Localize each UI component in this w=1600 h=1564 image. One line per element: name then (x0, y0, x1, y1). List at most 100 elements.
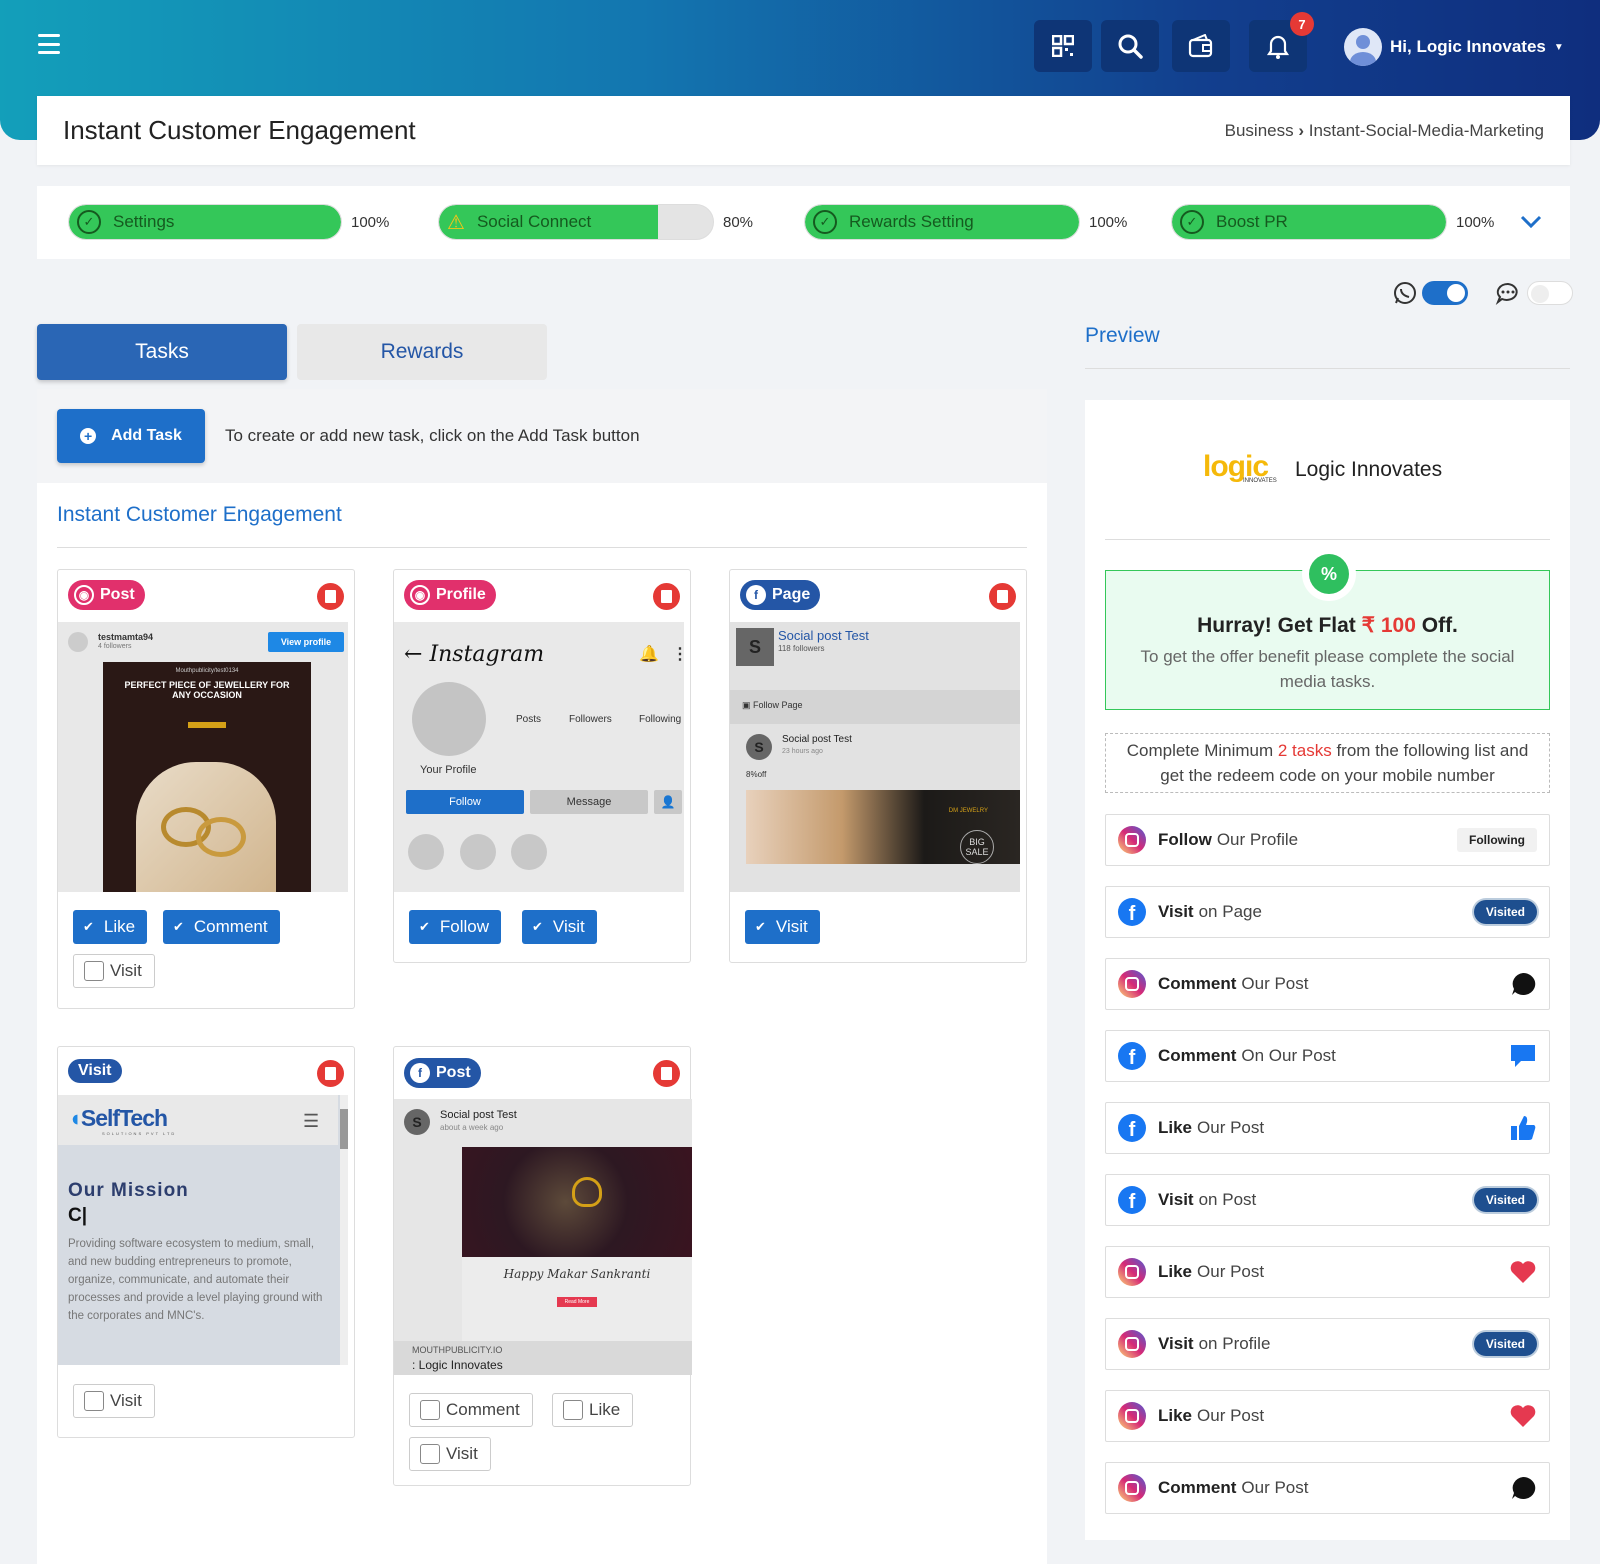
message-button[interactable]: Message (530, 790, 648, 814)
instagram-chip: ◉ Profile (404, 580, 496, 610)
checkbox-label: Like (103, 917, 136, 936)
visit-checkbox[interactable]: ✔ Visit (522, 910, 597, 944)
checkbox-label: Follow (439, 917, 490, 936)
progress-percent: 100% (1456, 213, 1495, 231)
chevron-down-icon[interactable] (1519, 214, 1543, 230)
user-menu[interactable]: Hi, Logic Innovates ▼ (1344, 28, 1564, 66)
task-row[interactable]: f Comment On Our Post (1105, 1030, 1550, 1082)
task-row[interactable]: Visit on Profile Visited (1105, 1318, 1550, 1370)
task-row[interactable]: f Visit on Page Visited (1105, 886, 1550, 938)
post-avatar: S (746, 734, 772, 760)
task-row[interactable]: Comment Our Post (1105, 958, 1550, 1010)
instagram-icon (1118, 1402, 1146, 1430)
divider (57, 547, 1027, 548)
task-card-facebook-post: f Post S Social post Test about a week ag… (393, 1046, 692, 1486)
add-task-hint: To create or add new task, click on the … (225, 426, 640, 445)
whatsapp-toggle[interactable] (1422, 281, 1468, 305)
visited-badge: Visited (1473, 1188, 1537, 1212)
menu-icon[interactable] (38, 34, 60, 54)
progress-label: Boost PR (1216, 212, 1288, 231)
follow-checkbox[interactable]: ✔ Follow (409, 910, 502, 944)
heart-icon (1510, 1261, 1536, 1283)
banner-sale: BIG SALE (960, 830, 994, 864)
view-profile-button[interactable]: View profile (268, 632, 344, 652)
highlight-circle (408, 834, 444, 870)
sms-toggle[interactable] (1527, 281, 1573, 305)
avatar (1344, 28, 1382, 66)
wallet-button[interactable] (1172, 20, 1230, 72)
instagram-icon: ◉ (410, 585, 430, 605)
post-name: Social post Test (782, 734, 852, 745)
page-title-bar: Instant Customer Engagement Business › I… (37, 96, 1570, 165)
checkbox-label: Visit (552, 917, 585, 936)
comment-bubble-black-icon (1512, 1476, 1536, 1499)
visit-checkbox[interactable]: Visit (73, 954, 155, 988)
progress-label: Rewards Setting (849, 212, 974, 231)
setup-progress: ✓ Settings 100% ⚠ Social Connect 80% ✓ Rewa… (37, 186, 1570, 259)
progress-settings[interactable]: ✓ Settings 100% (68, 204, 389, 240)
delete-button[interactable] (989, 583, 1016, 610)
breadcrumb-parent[interactable]: Business (1225, 121, 1294, 140)
task-card-instagram-profile: ◉ Profile ← Instagram 🔔 ⋮ Posts Followers… (393, 569, 691, 963)
tab-rewards[interactable]: Rewards (297, 324, 547, 380)
check-icon: ✔ (532, 919, 543, 934)
tab-tasks[interactable]: Tasks (37, 324, 287, 380)
link-footer: MOUTHPUBLICITY.IO : Logic Innovates (394, 1341, 692, 1375)
task-row[interactable]: Comment Our Post (1105, 1462, 1550, 1514)
facebook-icon: f (1118, 1114, 1146, 1142)
festival-text: Happy Makar Sankranti (503, 1267, 651, 1281)
progress-rewards-setting[interactable]: ✓ Rewards Setting 100% (804, 204, 1127, 240)
checkbox-label: Like (589, 1400, 621, 1419)
progress-social-connect[interactable]: ⚠ Social Connect 80% (438, 204, 753, 240)
checkbox-label: Comment (446, 1400, 520, 1419)
task-row[interactable]: Follow Our Profile Following (1105, 814, 1550, 866)
add-user-icon[interactable]: 👤 (654, 790, 682, 814)
tasks-panel: + Add Task To create or add new task, cli… (37, 389, 1047, 1564)
checkbox-label: Visit (446, 1444, 478, 1463)
follow-button[interactable]: Follow (406, 790, 524, 814)
task-row[interactable]: Like Our Post (1105, 1246, 1550, 1298)
delete-button[interactable] (653, 1060, 680, 1087)
task-row[interactable]: f Like Our Post (1105, 1102, 1550, 1154)
qr-code-button[interactable] (1034, 20, 1092, 72)
like-checkbox[interactable]: ✔ Like (73, 910, 148, 944)
progress-percent: 80% (723, 213, 754, 231)
visit-checkbox[interactable]: Visit (73, 1384, 155, 1418)
more-icon: ⋮ (672, 646, 684, 663)
offer-title: Hurray! Get Flat ₹ 100 Off. (1197, 614, 1458, 637)
delete-button[interactable] (317, 583, 344, 610)
task-card-facebook-page: f Page S Social post Test 118 followers ▣… (729, 569, 1027, 963)
follow-page-link[interactable]: ▣ Follow Page (742, 700, 803, 711)
plus-icon: + (80, 428, 97, 444)
instagram-icon (1118, 826, 1146, 854)
warning-icon: ⚠ (447, 211, 465, 234)
scrollbar[interactable] (340, 1095, 348, 1365)
comment-checkbox[interactable]: Comment (409, 1393, 533, 1427)
facebook-icon: ▣ (742, 700, 754, 710)
facebook-icon: f (1118, 1042, 1146, 1070)
sale-banner-image: DM JEWELRY BIG SALE (746, 790, 1020, 864)
progress-boost-pr[interactable]: ✓ Boost PR 100% (1171, 204, 1494, 240)
visit-checkbox[interactable]: ✔ Visit (745, 910, 820, 944)
add-task-button[interactable]: + Add Task (57, 409, 205, 463)
bell-icon (1266, 35, 1290, 59)
task-row[interactable]: Like Our Post (1105, 1390, 1550, 1442)
facebook-icon: f (410, 1063, 430, 1083)
delete-button[interactable] (317, 1060, 344, 1087)
like-checkbox[interactable]: Like (552, 1393, 634, 1427)
visit-checkbox[interactable]: Visit (409, 1437, 491, 1471)
post-headline: PERFECT PIECE OF JEWELLERY FOR ANY OCCAS… (124, 680, 290, 700)
heart-icon (1510, 1405, 1536, 1427)
check-icon: ✔ (419, 919, 430, 934)
task-card-instagram-post: ◉ Post testmamta94 4 followers View profi… (57, 569, 355, 1009)
wallet-icon (1188, 34, 1213, 58)
breadcrumb-current: Instant-Social-Media-Marketing (1308, 120, 1544, 140)
task-row[interactable]: f Visit on Post Visited (1105, 1174, 1550, 1226)
highlight-circle (511, 834, 547, 870)
comment-checkbox[interactable]: ✔ Comment (163, 910, 280, 944)
checkbox-label: Visit (110, 1391, 142, 1410)
delete-button[interactable] (653, 583, 680, 610)
search-button[interactable] (1101, 20, 1159, 72)
post-time: 23 hours ago (782, 748, 823, 755)
instagram-icon (1118, 1258, 1146, 1286)
